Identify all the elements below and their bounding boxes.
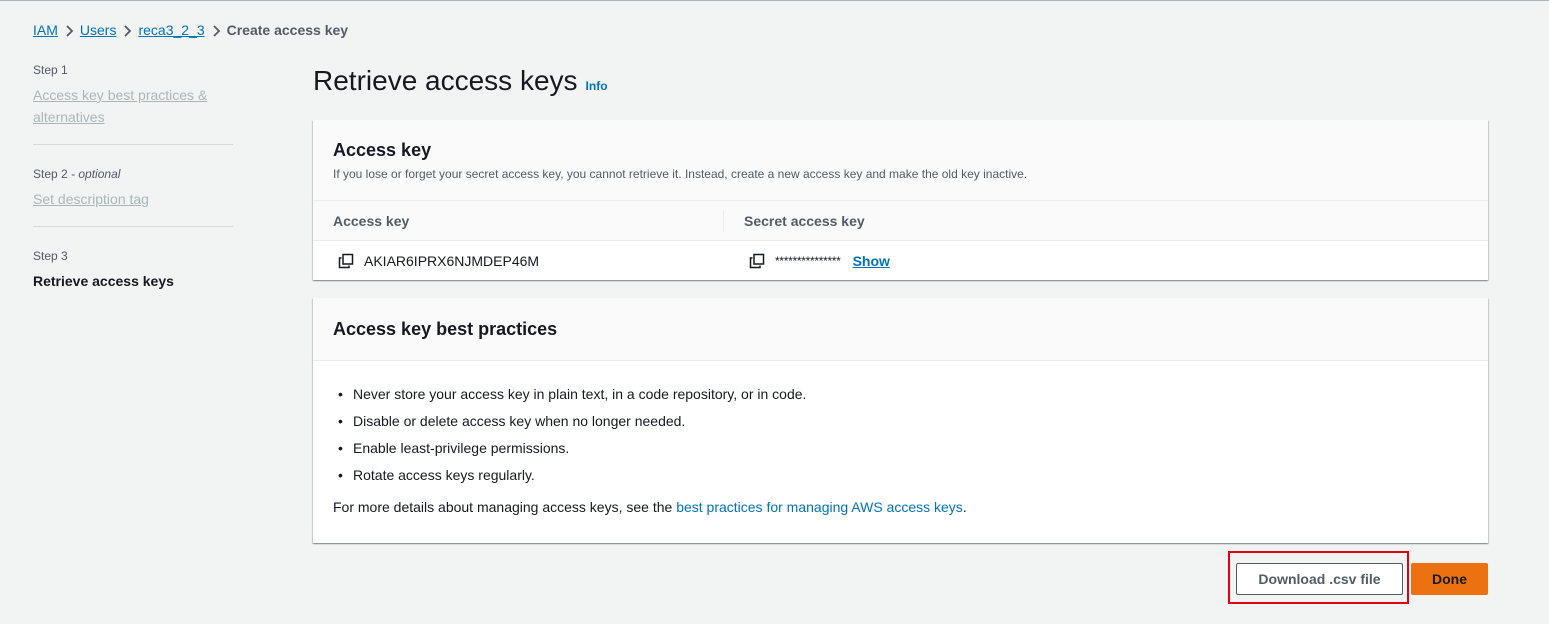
info-link[interactable]: Info (586, 79, 608, 93)
access-key-value: AKIAR6IPRX6NJMDEP46M (364, 253, 540, 269)
panel-title: Access key (333, 140, 432, 160)
breadcrumb-user[interactable]: reca3_2_3 (138, 22, 204, 38)
panel-header: Access key best practices (313, 298, 1488, 361)
step-2-link[interactable]: Set description tag (33, 191, 149, 207)
table-row: AKIAR6IPRX6NJMDEP46M *************** Sho… (313, 241, 1488, 281)
chevron-right-icon (58, 22, 80, 38)
panel-header: Access key If you lose or forget your se… (313, 120, 1488, 201)
step-number: Step 3 (33, 249, 68, 263)
list-item-text: Enable least-privilege permissions. (353, 440, 570, 456)
copy-icon[interactable] (338, 253, 354, 269)
step-number: Step 2 - optional (33, 167, 233, 181)
access-key-cell: AKIAR6IPRX6NJMDEP46M (313, 253, 724, 269)
bullet-icon: • (338, 440, 343, 456)
best-practices-list: • Never store your access key in plain te… (333, 385, 1468, 493)
list-item: • Never store your access key in plain te… (333, 385, 1468, 412)
panel-body: • Never store your access key in plain te… (313, 361, 1488, 515)
more-prefix: For more details about managing access k… (333, 499, 677, 515)
panel-title: Access key best practices (333, 318, 558, 339)
secret-key-cell: *************** Show (724, 253, 890, 269)
list-item-text: Disable or delete access key when no lon… (353, 413, 686, 429)
best-practices-link[interactable]: best practices for managing AWS access k… (676, 499, 963, 515)
bullet-icon: • (338, 413, 343, 429)
breadcrumb: IAM Users reca3_2_3 Create access key (33, 22, 348, 38)
column-secret-access-key: Secret access key (744, 212, 865, 229)
page-title-row: Retrieve access keys Info (313, 65, 608, 97)
list-item: • Enable least-privilege permissions. (333, 439, 1468, 466)
bullet-icon: • (338, 386, 343, 402)
download-csv-button[interactable]: Download .csv file (1236, 563, 1403, 595)
bullet-icon: • (338, 467, 343, 483)
step-2: Step 2 - optional Set description tag (33, 167, 233, 227)
list-item: • Disable or delete access key when no lo… (333, 412, 1468, 439)
chevron-right-icon (116, 22, 138, 38)
chevron-right-icon (205, 22, 227, 38)
step-1-link[interactable]: Access key best practices & alternatives (33, 87, 207, 125)
wizard-steps: Step 1 Access key best practices & alter… (33, 63, 233, 330)
copy-icon[interactable] (749, 253, 765, 269)
best-practices-panel: Access key best practices • Never store y… (313, 298, 1488, 543)
breadcrumb-users[interactable]: Users (80, 22, 117, 38)
step-optional-label: - optional (71, 167, 121, 181)
list-item-text: Rotate access keys regularly. (353, 467, 535, 483)
more-suffix: . (962, 499, 967, 515)
access-key-panel: Access key If you lose or forget your se… (313, 120, 1488, 280)
table-header: Access key Secret access key (313, 201, 1488, 241)
more-details-text: For more details about managing access k… (333, 499, 1468, 515)
show-secret-link[interactable]: Show (853, 253, 890, 269)
list-item: • Rotate access keys regularly. (333, 466, 1468, 493)
done-button[interactable]: Done (1411, 563, 1488, 595)
step-3: Step 3 Retrieve access keys (33, 249, 233, 308)
step-1: Step 1 Access key best practices & alter… (33, 63, 233, 145)
secret-key-masked: *************** (775, 254, 841, 268)
step-number-text: Step 2 (33, 167, 68, 181)
breadcrumb-current: Create access key (226, 22, 349, 38)
step-number: Step 1 (33, 63, 68, 77)
breadcrumb-iam[interactable]: IAM (33, 22, 58, 38)
panel-description: If you lose or forget your secret access… (333, 167, 1028, 181)
page-title: Retrieve access keys (313, 65, 578, 96)
step-3-current: Retrieve access keys (33, 273, 174, 289)
list-item-text: Never store your access key in plain tex… (353, 386, 807, 402)
column-access-key: Access key (313, 209, 724, 232)
